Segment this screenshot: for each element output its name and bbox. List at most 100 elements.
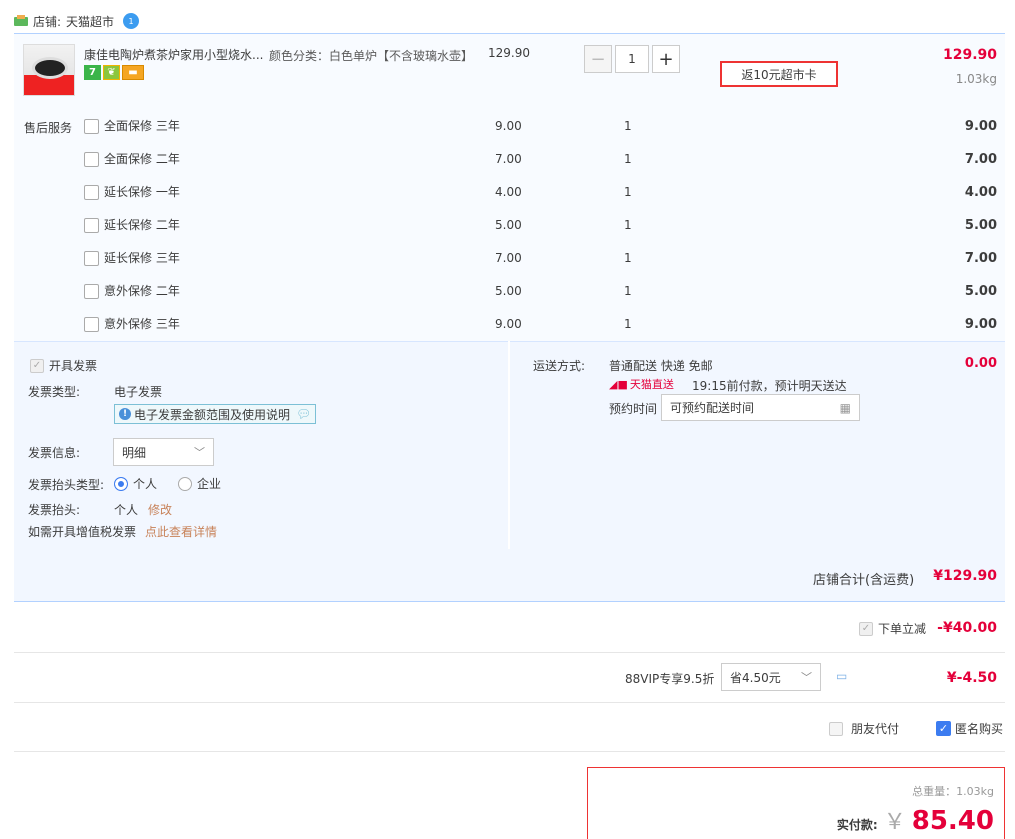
discount-value: -¥40.00	[937, 620, 997, 636]
service-price: 5.00	[495, 218, 522, 232]
divider	[14, 652, 1005, 653]
item-weight: 1.03kg	[955, 72, 997, 86]
service-total: 5.00	[964, 284, 997, 299]
pay-amount: 实付款: ￥ 85.40	[837, 804, 994, 836]
chevron-down-icon: ﹀	[801, 671, 812, 684]
product-thumbnail[interactable]	[23, 44, 75, 96]
invoice-toggle: ✓ 开具发票	[30, 357, 97, 374]
service-qty: 1	[624, 185, 632, 199]
service-name: 全面保修 二年	[104, 152, 180, 166]
invoice-info-label: 发票信息:	[28, 446, 81, 460]
payment-summary: 总重量：1.03kg 实付款: ￥ 85.40	[587, 767, 1005, 839]
divider	[14, 751, 1005, 752]
service-row: 延长保修 二年 5.00 1 5.00	[0, 218, 1015, 251]
service-qty: 1	[624, 218, 632, 232]
shop-icon	[14, 15, 28, 26]
vip-discount-select[interactable]: 省4.50元 ﹀	[721, 663, 821, 691]
invoice-type-label: 发票类型:	[28, 385, 81, 399]
vat-details-link[interactable]: 点此查看详情	[145, 523, 217, 540]
discount-checkbox[interactable]: ✓	[859, 621, 873, 636]
discount-label: 下单立减	[878, 622, 927, 636]
invoice-open-label: 开具发票	[49, 359, 98, 373]
service-name: 延长保修 二年	[104, 218, 180, 232]
service-checkbox[interactable]	[84, 251, 99, 266]
quantity-stepper: − 1 +	[584, 45, 680, 73]
qty-input[interactable]: 1	[615, 45, 649, 73]
invoice-modify-link[interactable]: 修改	[148, 501, 172, 518]
service-row: 全面保修 三年 9.00 1 9.00	[0, 119, 1015, 152]
service-price: 7.00	[495, 251, 522, 265]
service-checkbox[interactable]	[84, 218, 99, 233]
calendar-icon: ▦	[839, 400, 851, 415]
service-total: 5.00	[964, 218, 997, 233]
currency-symbol: ￥	[883, 810, 906, 835]
friend-pay-option[interactable]: 朋友代付	[829, 720, 899, 737]
delivery-label: 运送方式:	[533, 359, 586, 373]
qty-plus-button[interactable]: +	[652, 45, 680, 73]
service-checkbox[interactable]	[84, 185, 99, 200]
product-tags: 7 ❦ ▬	[84, 65, 144, 80]
chat-bubble-icon[interactable]: ▭	[836, 669, 847, 683]
service-name: 意外保修 三年	[104, 317, 180, 331]
leaf-service-icon: ❦	[103, 65, 120, 80]
service-total: 4.00	[964, 185, 997, 200]
wangwang-icon[interactable]: 1	[123, 13, 140, 29]
pay-amount-value: 85.40	[911, 806, 994, 836]
appointment-time-input[interactable]: 可预约配送时间 ▦	[661, 394, 860, 421]
invoice-type-value: 电子发票	[114, 385, 163, 399]
service-checkbox[interactable]	[84, 284, 99, 299]
radio-company-label: 企业	[197, 477, 222, 491]
service-price: 9.00	[495, 119, 522, 133]
radio-personal[interactable]: 个人	[114, 475, 157, 492]
total-weight-label: 总重量：	[912, 785, 957, 798]
invoice-info-value: 明细	[122, 445, 147, 460]
service-name: 全面保修 三年	[104, 119, 180, 133]
anonymous-checkbox[interactable]: ✓	[936, 721, 951, 736]
divider	[14, 702, 1005, 703]
tmall-direct-badge: ◢■ 天猫直送	[609, 376, 674, 392]
invoice-notice[interactable]: ! 电子发票金额范围及使用说明 💬︎	[114, 404, 317, 424]
invoice-header-value: 个人	[114, 503, 139, 517]
radio-company[interactable]: 企业	[178, 475, 221, 492]
invoice-info-select[interactable]: 明细 ﹀	[113, 438, 214, 466]
invoice-header-label: 发票抬头:	[28, 503, 81, 517]
chat-bubble-icon: 💬︎	[296, 407, 312, 421]
delivery-method: 普通配送 快递 免邮	[609, 359, 713, 373]
service-qty: 1	[624, 119, 632, 133]
service-name: 延长保修 一年	[104, 185, 180, 199]
shop-total-label: 店铺合计(含运费)	[813, 573, 915, 588]
card-icon: ▬	[122, 65, 144, 80]
friend-pay-checkbox[interactable]	[829, 721, 843, 736]
invoice-header-type-label: 发票抬头类型:	[28, 478, 105, 492]
radio-personal-dot[interactable]	[114, 476, 128, 491]
vat-label: 如需开具增值税发票	[28, 525, 137, 539]
vip-select-value: 省4.50元	[730, 670, 781, 685]
qty-minus-button[interactable]: −	[584, 45, 612, 73]
service-total: 9.00	[964, 119, 997, 134]
service-checkbox[interactable]	[84, 152, 99, 167]
invoice-checkbox[interactable]: ✓	[30, 358, 44, 373]
service-row: 延长保修 一年 4.00 1 4.00	[0, 185, 1015, 218]
discount-row: ✓ 下单立减	[859, 620, 926, 637]
info-icon: !	[119, 408, 131, 420]
service-qty: 1	[624, 152, 632, 166]
service-row: 全面保修 二年 7.00 1 7.00	[0, 152, 1015, 185]
service-price: 7.00	[495, 152, 522, 166]
service-price: 9.00	[495, 317, 522, 331]
product-sku: 颜色分类：白色单炉【不含玻璃水壶】	[269, 49, 474, 63]
seven-day-return-icon: 7	[84, 65, 101, 80]
delivery-note: 19:15前付款，预计明天送达	[692, 379, 847, 393]
anonymous-label: 匿名购买	[955, 722, 1004, 736]
service-name: 延长保修 三年	[104, 251, 180, 265]
service-checkbox[interactable]	[84, 119, 99, 134]
shop-name[interactable]: 天猫超市	[66, 13, 114, 30]
anonymous-option[interactable]: ✓ 匿名购买	[936, 720, 1003, 737]
service-price: 4.00	[495, 185, 522, 199]
product-title[interactable]: 康佳电陶炉煮茶炉家用小型烧水...	[84, 46, 264, 64]
invoice-notice-text: 电子发票金额范围及使用说明	[134, 407, 291, 422]
radio-company-dot[interactable]	[178, 476, 192, 491]
radio-personal-label: 个人	[133, 477, 158, 491]
service-name: 意外保修 二年	[104, 284, 180, 298]
chevron-down-icon: ﹀	[194, 446, 205, 459]
service-checkbox[interactable]	[84, 317, 99, 332]
